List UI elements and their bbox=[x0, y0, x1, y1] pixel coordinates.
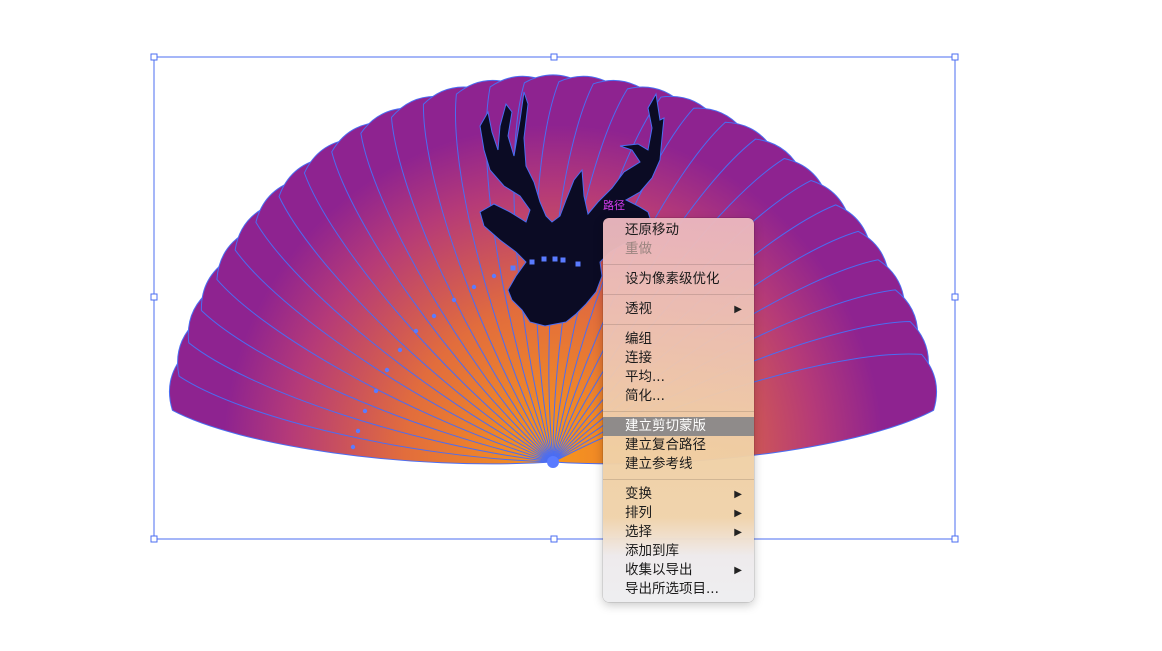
submenu-arrow-icon: ▶ bbox=[734, 527, 742, 538]
menu-item[interactable]: 还原移动 bbox=[603, 221, 754, 240]
anchor-point[interactable] bbox=[362, 408, 368, 414]
anchor-point[interactable] bbox=[355, 428, 361, 434]
menu-separator bbox=[603, 479, 754, 480]
menu-item[interactable]: 建立剪切蒙版 bbox=[603, 417, 754, 436]
menu-item[interactable]: 选择 ▶ bbox=[603, 523, 754, 542]
menu-item-label: 变换 bbox=[625, 486, 652, 502]
menu-item[interactable]: 平均... bbox=[603, 368, 754, 387]
menu-item-label: 建立参考线 bbox=[625, 456, 693, 472]
menu-item-label: 连接 bbox=[625, 350, 652, 366]
menu-item-label: 建立复合路径 bbox=[625, 437, 706, 453]
menu-item[interactable]: 编组 bbox=[603, 330, 754, 349]
anchor-point[interactable] bbox=[560, 257, 566, 263]
anchor-point[interactable] bbox=[350, 444, 356, 450]
anchor-point[interactable] bbox=[552, 256, 558, 262]
context-menu[interactable]: 还原移动重做设为像素级优化 透视 ▶ 编组连接平均... 简化... 建立剪切蒙版 建立复合… bbox=[603, 218, 754, 602]
menu-item[interactable]: 排列 ▶ bbox=[603, 504, 754, 523]
submenu-arrow-icon: ▶ bbox=[734, 565, 742, 576]
resize-handle[interactable] bbox=[550, 53, 558, 61]
anchor-point[interactable] bbox=[510, 265, 516, 271]
menu-item[interactable]: 导出所选项目... bbox=[603, 580, 754, 599]
resize-handle[interactable] bbox=[951, 53, 959, 61]
menu-item[interactable]: 建立参考线 bbox=[603, 455, 754, 474]
menu-separator bbox=[603, 264, 754, 265]
menu-item-label: 透视 bbox=[625, 301, 652, 317]
menu-item-label: 导出所选项目... bbox=[625, 581, 719, 597]
resize-handle[interactable] bbox=[951, 535, 959, 543]
menu-item-label: 添加到库 bbox=[625, 543, 679, 559]
menu-item[interactable]: 变换 ▶ bbox=[603, 485, 754, 504]
anchor-point[interactable] bbox=[384, 367, 390, 373]
path-label: 路径 bbox=[603, 199, 625, 212]
anchor-point[interactable] bbox=[491, 273, 497, 279]
menu-item-label: 还原移动 bbox=[625, 222, 679, 238]
anchor-point[interactable] bbox=[373, 388, 379, 394]
submenu-arrow-icon: ▶ bbox=[734, 489, 742, 500]
menu-item-label: 平均... bbox=[625, 369, 665, 385]
resize-handle[interactable] bbox=[550, 535, 558, 543]
menu-item[interactable]: 连接 bbox=[603, 349, 754, 368]
anchor-point[interactable] bbox=[471, 284, 477, 290]
artboard-canvas[interactable] bbox=[0, 0, 1162, 651]
anchor-point[interactable] bbox=[431, 313, 437, 319]
menu-item[interactable]: 设为像素级优化 bbox=[603, 270, 754, 289]
menu-item[interactable]: 重做 bbox=[603, 240, 754, 259]
anchor-point[interactable] bbox=[397, 347, 403, 353]
menu-item-label: 收集以导出 bbox=[625, 562, 693, 578]
anchor-point[interactable] bbox=[529, 259, 535, 265]
anchor-point[interactable] bbox=[575, 261, 581, 267]
anchor-point[interactable] bbox=[541, 256, 547, 262]
submenu-arrow-icon: ▶ bbox=[734, 508, 742, 519]
menu-item-label: 简化... bbox=[625, 388, 665, 404]
menu-separator bbox=[603, 294, 754, 295]
menu-item[interactable]: 添加到库 bbox=[603, 542, 754, 561]
resize-handle[interactable] bbox=[150, 535, 158, 543]
resize-handle[interactable] bbox=[951, 293, 959, 301]
menu-item-label: 编组 bbox=[625, 331, 652, 347]
anchor-point[interactable] bbox=[451, 297, 457, 303]
menu-item[interactable]: 建立复合路径 bbox=[603, 436, 754, 455]
resize-handle[interactable] bbox=[150, 293, 158, 301]
fan-center-point[interactable] bbox=[547, 456, 559, 468]
menu-separator bbox=[603, 411, 754, 412]
menu-item[interactable]: 简化... bbox=[603, 387, 754, 406]
anchor-point[interactable] bbox=[413, 328, 419, 334]
menu-separator bbox=[603, 324, 754, 325]
menu-item[interactable]: 透视 ▶ bbox=[603, 300, 754, 319]
menu-item-label: 设为像素级优化 bbox=[625, 271, 720, 287]
menu-item-label: 排列 bbox=[625, 505, 652, 521]
resize-handle[interactable] bbox=[150, 53, 158, 61]
menu-item-label: 重做 bbox=[625, 241, 652, 257]
submenu-arrow-icon: ▶ bbox=[734, 304, 742, 315]
menu-item-label: 建立剪切蒙版 bbox=[625, 418, 706, 434]
menu-item-label: 选择 bbox=[625, 524, 652, 540]
menu-item[interactable]: 收集以导出 ▶ bbox=[603, 561, 754, 580]
